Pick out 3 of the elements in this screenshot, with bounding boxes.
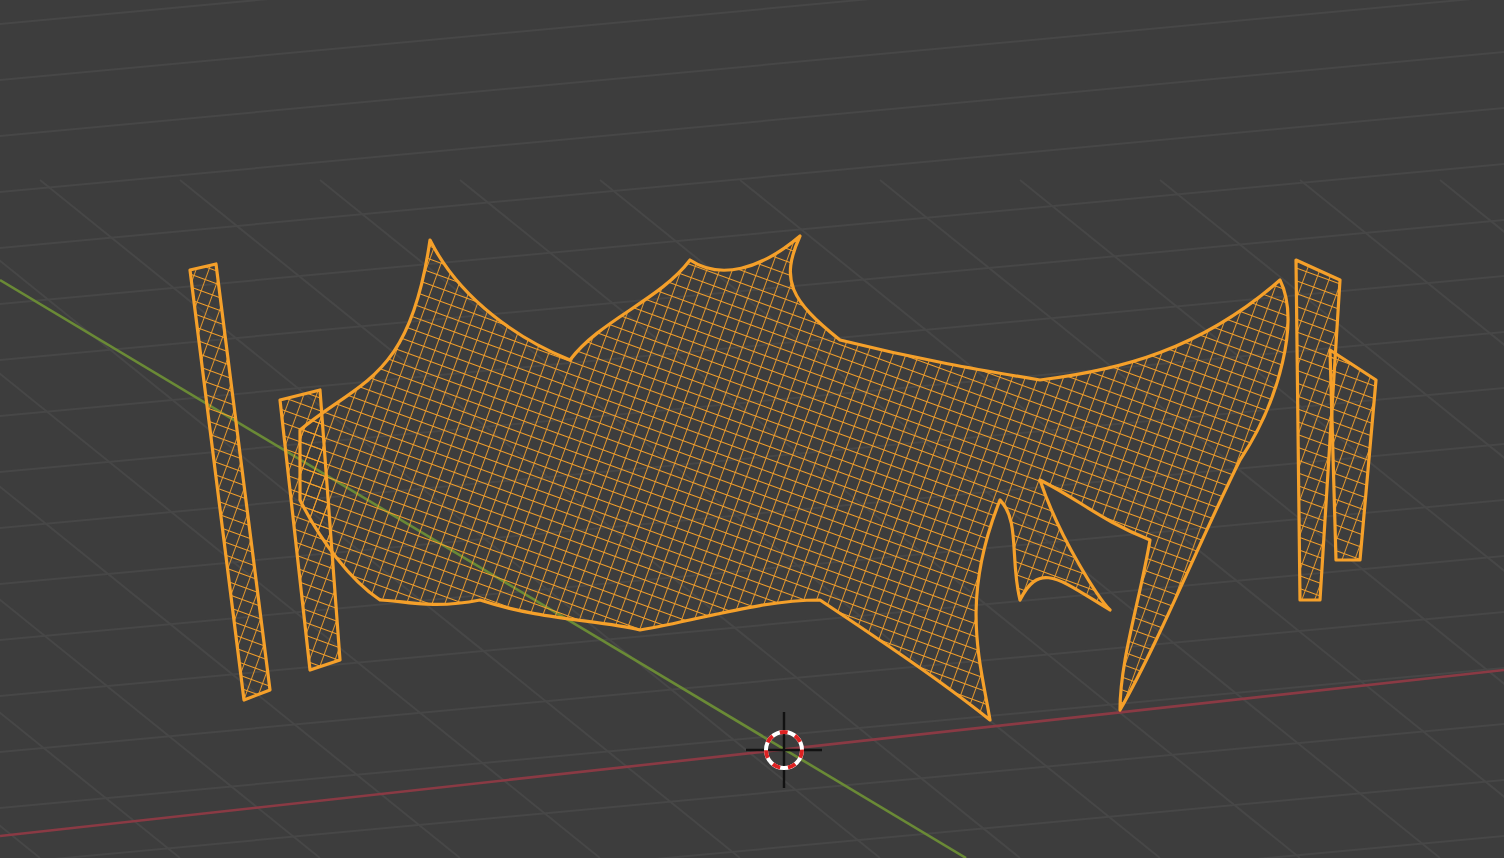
wireframe-mesh-drawing[interactable] (188, 234, 1378, 722)
3d-viewport[interactable] (0, 0, 1504, 858)
3d-cursor-icon[interactable] (746, 712, 822, 788)
